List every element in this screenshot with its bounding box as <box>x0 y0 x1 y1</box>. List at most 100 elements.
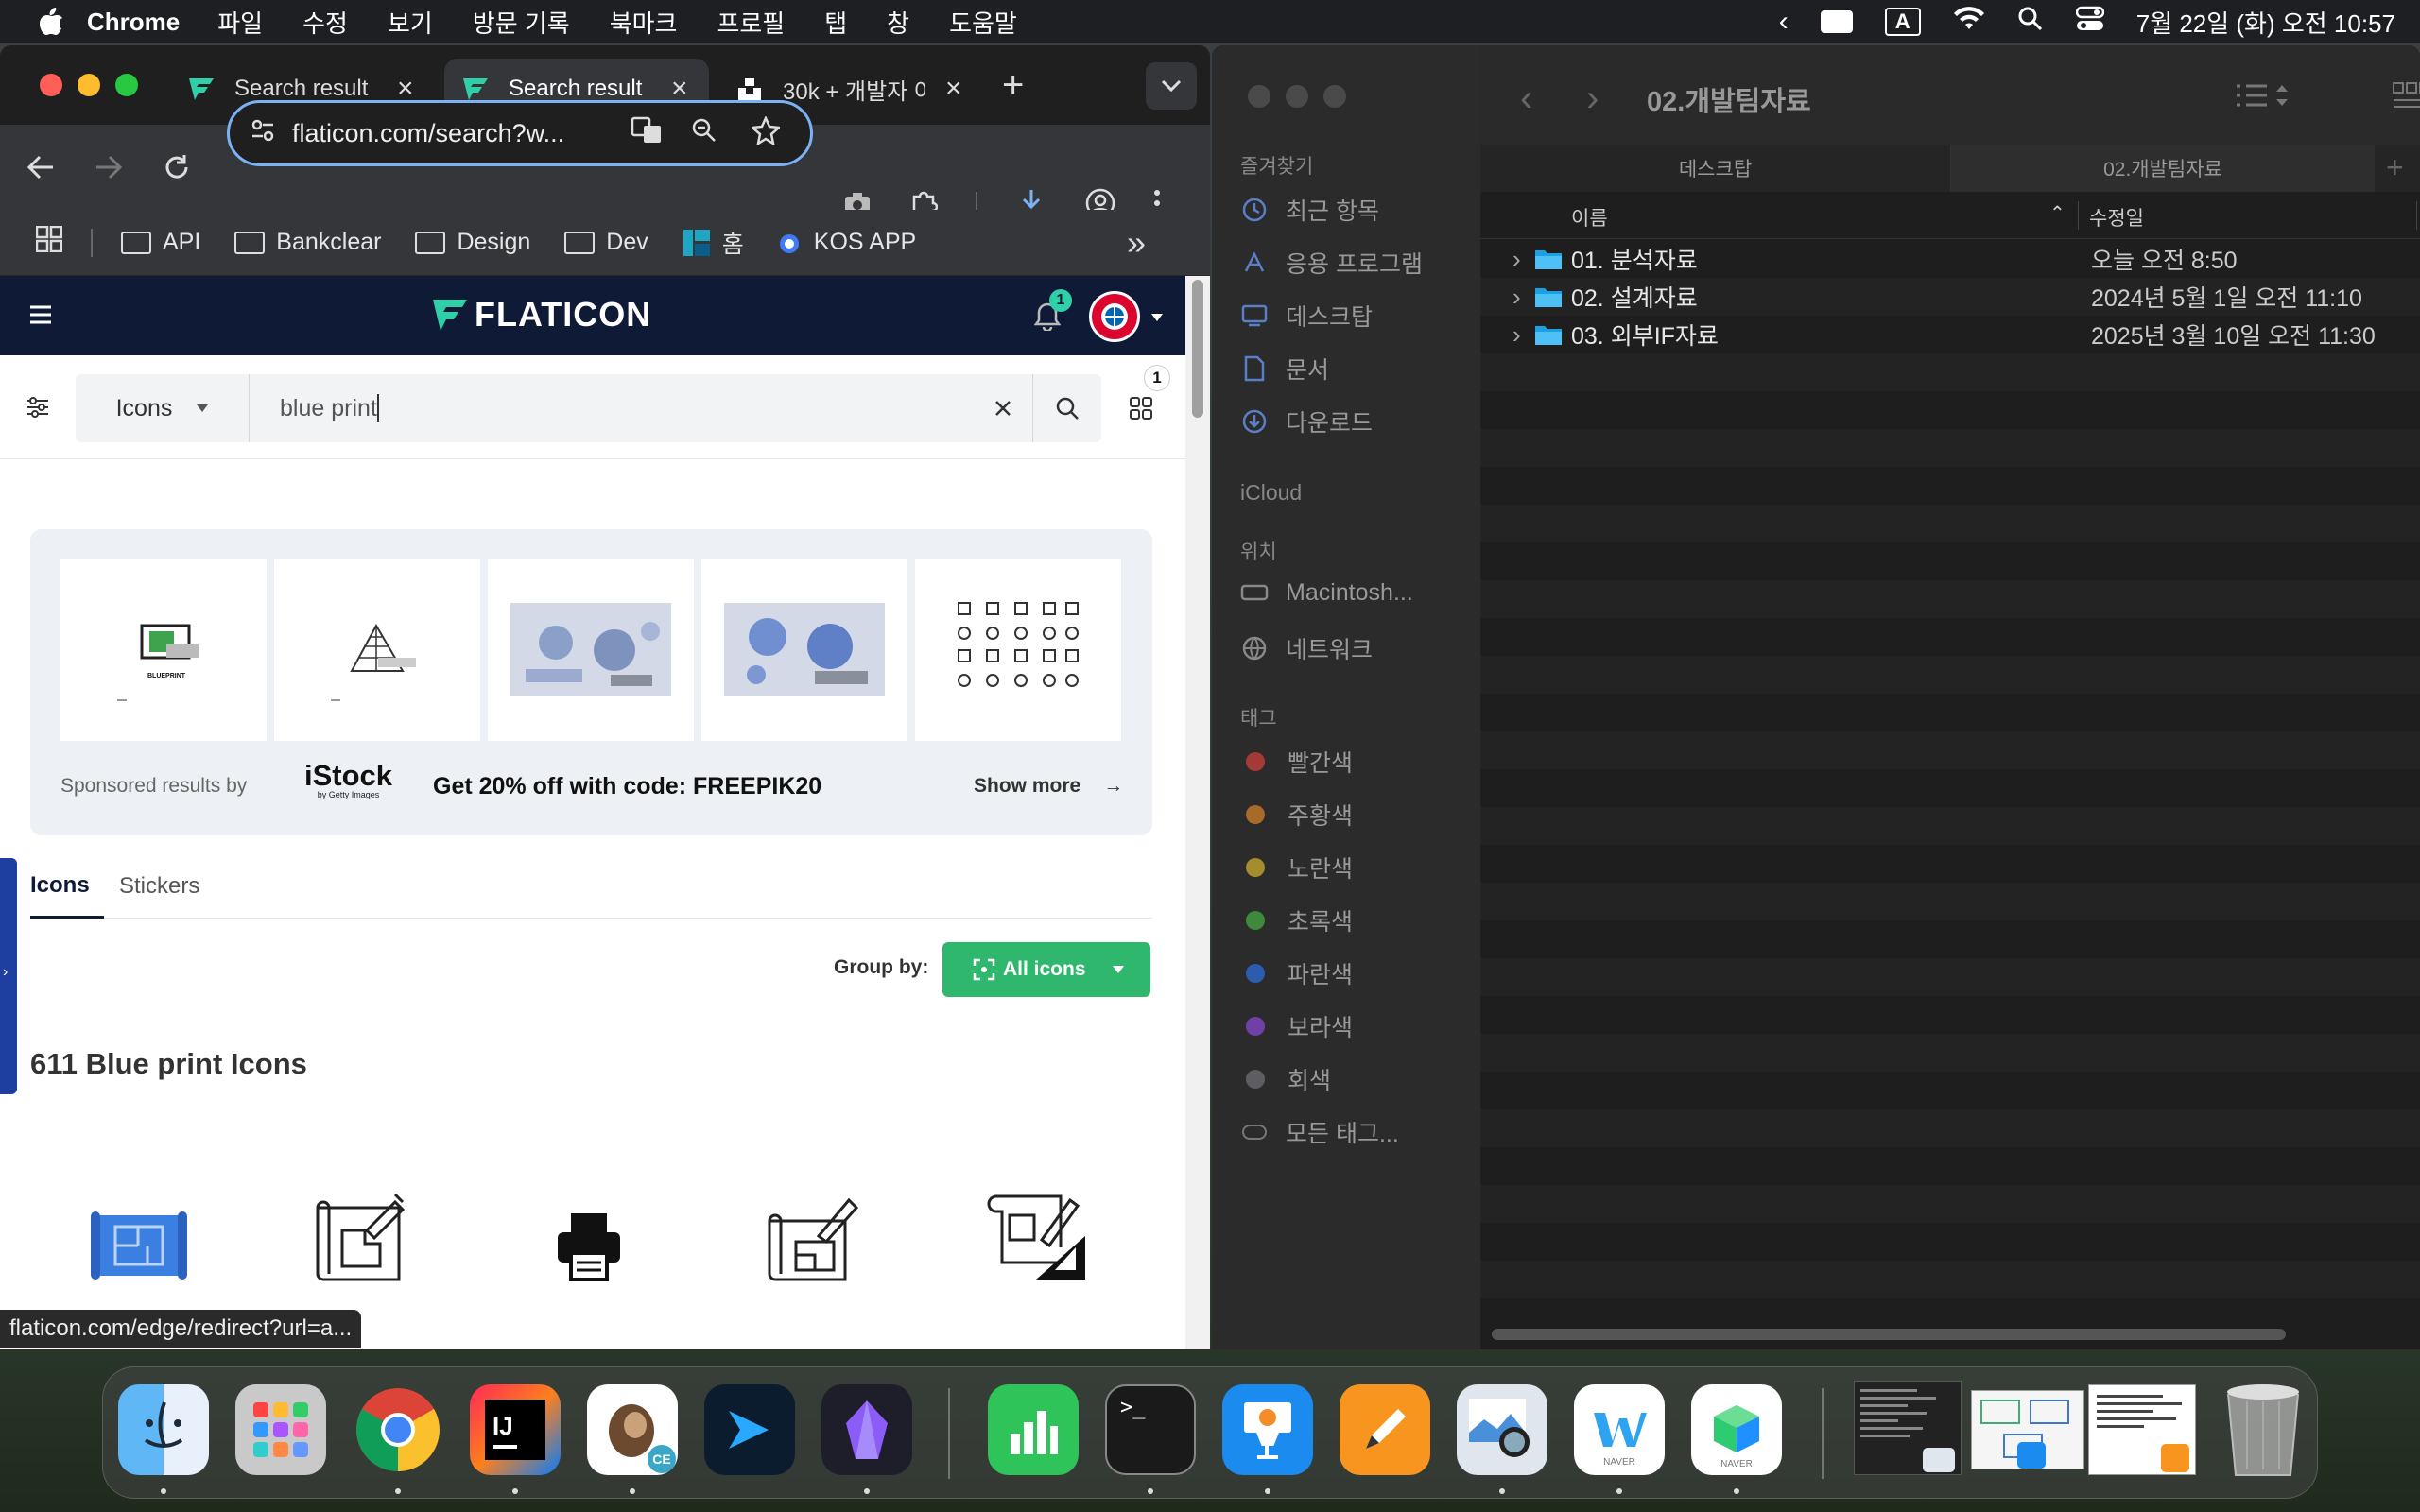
address-bar[interactable]: flaticon.com/search?w... <box>227 100 813 166</box>
menu-tab[interactable]: 탭 <box>824 5 847 40</box>
disclosure-triangle-icon[interactable]: › <box>1512 320 1521 350</box>
tab-stickers[interactable]: Stickers <box>119 854 199 919</box>
finder-zoom-button[interactable] <box>1323 85 1346 108</box>
finder-scrollbar-thumb[interactable] <box>1492 1329 2286 1340</box>
finder-horizontal-scrollbar[interactable] <box>1480 1317 2420 1349</box>
result-blueprint-pencil-2[interactable] <box>762 1183 866 1287</box>
pages-icon[interactable] <box>1340 1384 1430 1475</box>
sidebar-tag-gray[interactable]: 회색 <box>1240 1062 1331 1096</box>
bookmark-design[interactable]: Design <box>415 229 530 256</box>
menu-file[interactable]: 파일 <box>217 5 263 40</box>
clear-search-icon[interactable] <box>973 374 1033 442</box>
result-blueprint-pencil-outline[interactable] <box>312 1183 416 1287</box>
filter-sliders-icon[interactable] <box>26 397 49 422</box>
group-view-icon[interactable] <box>2392 81 2420 114</box>
minimize-window-button[interactable] <box>78 74 100 96</box>
back-button[interactable] <box>19 146 62 189</box>
more-bookmarks-icon[interactable]: » <box>1127 223 1146 263</box>
minimized-window-diagram[interactable] <box>1971 1390 2084 1469</box>
url-text[interactable]: flaticon.com/search?w... <box>292 119 604 148</box>
new-tab-button[interactable]: + <box>1002 64 1024 107</box>
input-source-badge[interactable]: A <box>1884 8 1921 36</box>
column-header-name[interactable]: 이름 <box>1571 203 1608 232</box>
sidebar-tag-yellow[interactable]: 노란색 <box>1240 850 1353 885</box>
minimized-window-document[interactable] <box>2088 1384 2196 1475</box>
result-printer[interactable] <box>537 1193 641 1297</box>
menu-help[interactable]: 도움말 <box>949 5 1017 40</box>
search-input[interactable]: blue print <box>250 394 973 422</box>
list-view-icon[interactable] <box>2235 81 2291 114</box>
menubar-clock[interactable]: 7월 22일 (화) 오전 10:57 <box>2136 5 2395 40</box>
user-avatar[interactable] <box>1089 291 1140 342</box>
finder-close-button[interactable] <box>1248 85 1270 108</box>
sidebar-item-desktop[interactable]: 데스크탑 <box>1240 299 1373 333</box>
intellij-icon[interactable]: IJ <box>470 1384 561 1475</box>
translate-icon[interactable] <box>631 116 663 151</box>
page-scrollbar[interactable] <box>1185 276 1210 1349</box>
trash-icon[interactable] <box>2221 1379 2306 1483</box>
sidebar-all-tags[interactable]: 모든 태그... <box>1240 1115 1399 1149</box>
reload-button[interactable] <box>155 146 199 189</box>
zoom-icon[interactable] <box>691 117 717 150</box>
finder-minimize-button[interactable] <box>1286 85 1308 108</box>
finder-icon[interactable] <box>118 1384 209 1475</box>
finder-back-icon[interactable]: ‹ <box>1520 77 1532 120</box>
numbers-icon[interactable] <box>988 1384 1079 1475</box>
chevron-left-icon[interactable]: ‹ <box>1779 6 1789 38</box>
chrome-icon[interactable] <box>353 1384 443 1475</box>
bookmark-bankclear[interactable]: Bankclear <box>234 229 381 256</box>
result-blueprint-ruler[interactable] <box>987 1183 1091 1287</box>
apple-icon[interactable] <box>38 8 66 36</box>
bookmark-api[interactable]: API <box>121 229 200 256</box>
finder-tab-dev-team[interactable]: 02.개발팀자료 <box>1951 145 2375 192</box>
menu-view[interactable]: 보기 <box>388 5 433 40</box>
finder-forward-icon[interactable]: › <box>1586 77 1599 120</box>
keynote-icon[interactable] <box>1222 1384 1313 1475</box>
sidebar-tag-blue[interactable]: 파란색 <box>1240 956 1353 990</box>
bookmark-kos-app[interactable]: KOS APP <box>778 229 916 256</box>
vscode-icon[interactable] <box>704 1384 795 1475</box>
sidebar-tag-green[interactable]: 초록색 <box>1240 903 1353 937</box>
menu-history[interactable]: 방문 기록 <box>473 5 570 40</box>
group-by-dropdown[interactable]: All icons <box>942 942 1150 997</box>
sidebar-tag-red[interactable]: 빨간색 <box>1240 745 1353 779</box>
sidebar-item-applications[interactable]: 응용 프로그램 <box>1240 246 1423 280</box>
menu-edit[interactable]: 수정 <box>302 5 348 40</box>
file-row[interactable]: › 02. 설계자료 2024년 5월 1일 오전 11:10 -- 폴더 <box>1480 278 2420 316</box>
disclosure-triangle-icon[interactable]: › <box>1512 283 1521 312</box>
obsidian-icon[interactable] <box>821 1384 912 1475</box>
file-row[interactable]: › 03. 외부IF자료 2025년 3월 10일 오전 11:30 -- 폴더 <box>1480 316 2420 353</box>
sidebar-item-recents[interactable]: 최근 항목 <box>1240 193 1379 227</box>
sidebar-tag-orange[interactable]: 주황색 <box>1240 798 1353 832</box>
page-scrollbar-thumb[interactable] <box>1192 280 1203 418</box>
menu-window[interactable]: 창 <box>887 5 909 40</box>
minimized-window-terminal[interactable] <box>1854 1381 1962 1475</box>
sponsored-thumbnail-icon-set[interactable] <box>915 559 1121 741</box>
sponsored-thumbnail-collage-2[interactable] <box>701 559 908 741</box>
menu-profiles[interactable]: 프로필 <box>717 5 785 40</box>
control-center-icon[interactable] <box>2075 6 2104 39</box>
sponsored-thumbnail-collage-1[interactable] <box>488 559 694 741</box>
tab-search-button[interactable] <box>1146 62 1197 110</box>
sponsored-thumbnail-pyramid[interactable] <box>274 559 480 741</box>
menu-bookmarks[interactable]: 북마크 <box>610 5 678 40</box>
launchpad-icon[interactable] <box>235 1384 326 1475</box>
close-tab-icon[interactable]: × <box>945 73 962 105</box>
file-row[interactable]: › 01. 분석자료 오늘 오전 8:50 -- 폴더 <box>1480 240 2420 278</box>
finder-tab-desktop[interactable]: 데스크탑 <box>1480 145 1951 192</box>
bookmark-home[interactable]: 홈 <box>683 226 744 260</box>
naver-works-icon[interactable]: NAVER <box>1691 1384 1782 1475</box>
sidebar-item-documents[interactable]: 문서 <box>1240 352 1329 386</box>
apps-grid-icon[interactable] <box>35 225 63 259</box>
naver-whale-icon[interactable]: NAVER <box>1574 1384 1665 1475</box>
close-window-button[interactable] <box>40 74 62 96</box>
sidebar-item-downloads[interactable]: 다운로드 <box>1240 404 1373 438</box>
show-more-link[interactable]: Show more → <box>974 775 1123 798</box>
disclosure-triangle-icon[interactable]: › <box>1512 245 1521 274</box>
sidebar-item-macintosh-hd[interactable]: Macintosh... <box>1240 578 1413 607</box>
sponsored-thumbnail-blueprint[interactable]: BLUEPRINT <box>60 559 267 741</box>
search-type-dropdown[interactable]: Icons <box>76 374 250 442</box>
hamburger-menu-icon[interactable] <box>28 304 53 330</box>
zoom-window-button[interactable] <box>115 74 138 96</box>
sidebar-tag-purple[interactable]: 보라색 <box>1240 1009 1353 1043</box>
